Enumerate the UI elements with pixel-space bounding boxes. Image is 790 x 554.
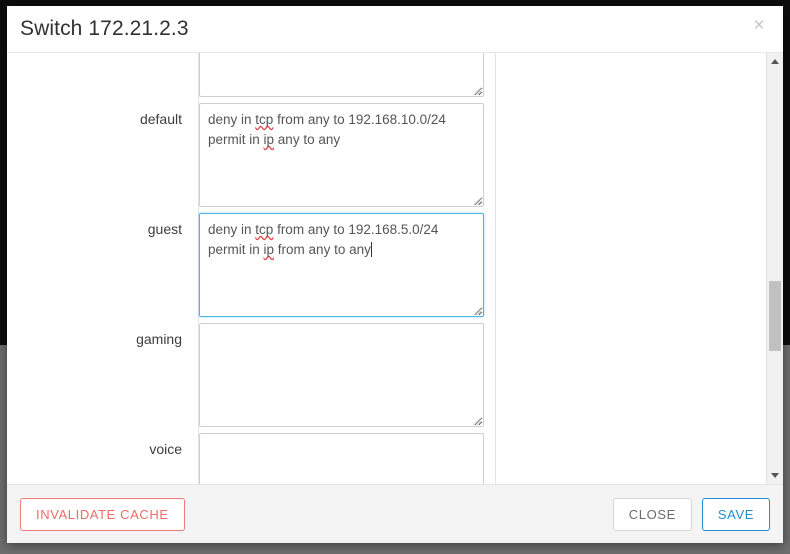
acl-row-label: gaming (136, 331, 182, 347)
acl-textarea-wrapper (199, 53, 484, 97)
close-icon[interactable]: × (746, 13, 772, 39)
acl-textarea[interactable] (199, 53, 484, 97)
acl-textarea-wrapper (199, 433, 484, 484)
acl-textarea-guest[interactable] (199, 213, 484, 317)
scroll-up-arrow-glyph (771, 59, 779, 64)
acl-row: guest deny in tcp from any to 192.168.5.0… (7, 213, 766, 323)
invalidate-cache-button[interactable]: INVALIDATE CACHE (20, 497, 185, 531)
page-title: Switch 172.21.2.3 (20, 17, 189, 40)
modal-body: default deny in tcp from any to 192.168.1… (7, 53, 783, 485)
scroll-down-arrow-glyph (771, 473, 779, 478)
vertical-scrollbar[interactable] (766, 53, 783, 484)
modal-header: Switch 172.21.2.3 × (7, 6, 783, 53)
scroll-up-arrow-icon[interactable] (767, 53, 783, 70)
acl-row-label: default (139, 111, 182, 127)
acl-textarea-default[interactable] (199, 103, 484, 207)
scrollbar-thumb[interactable] (769, 281, 781, 351)
acl-row: default deny in tcp from any to 192.168.1… (7, 103, 766, 213)
acl-row-field (182, 323, 766, 427)
save-button[interactable]: SAVE (701, 497, 770, 531)
acl-row: voice (7, 433, 766, 484)
modal-footer: INVALIDATE CACHE CLOSE SAVE (7, 485, 783, 543)
acl-row (7, 53, 766, 103)
acl-textarea-gaming[interactable] (199, 323, 484, 427)
acl-row-label: voice (149, 441, 182, 457)
acl-row-field: deny in tcp from any to 192.168.10.0/24 p… (182, 103, 766, 207)
acl-rows-viewport: default deny in tcp from any to 192.168.1… (7, 53, 766, 484)
acl-row-label: guest (147, 221, 182, 237)
acl-textarea-voice[interactable] (199, 433, 484, 484)
acl-textarea-wrapper: deny in tcp from any to 192.168.5.0/24 pe… (199, 213, 484, 317)
acl-row-field: deny in tcp from any to 192.168.5.0/24 pe… (182, 213, 766, 317)
close-button[interactable]: CLOSE (612, 497, 692, 531)
switch-config-modal: Switch 172.21.2.3 × default deny in tcp f… (7, 6, 783, 543)
acl-row-field (182, 433, 766, 484)
scroll-down-arrow-icon[interactable] (767, 467, 783, 484)
acl-textarea-wrapper (199, 323, 484, 427)
acl-row-field (182, 53, 766, 97)
acl-rows-list: default deny in tcp from any to 192.168.1… (7, 53, 766, 484)
acl-row: gaming (7, 323, 766, 433)
acl-textarea-wrapper: deny in tcp from any to 192.168.10.0/24 p… (199, 103, 484, 207)
